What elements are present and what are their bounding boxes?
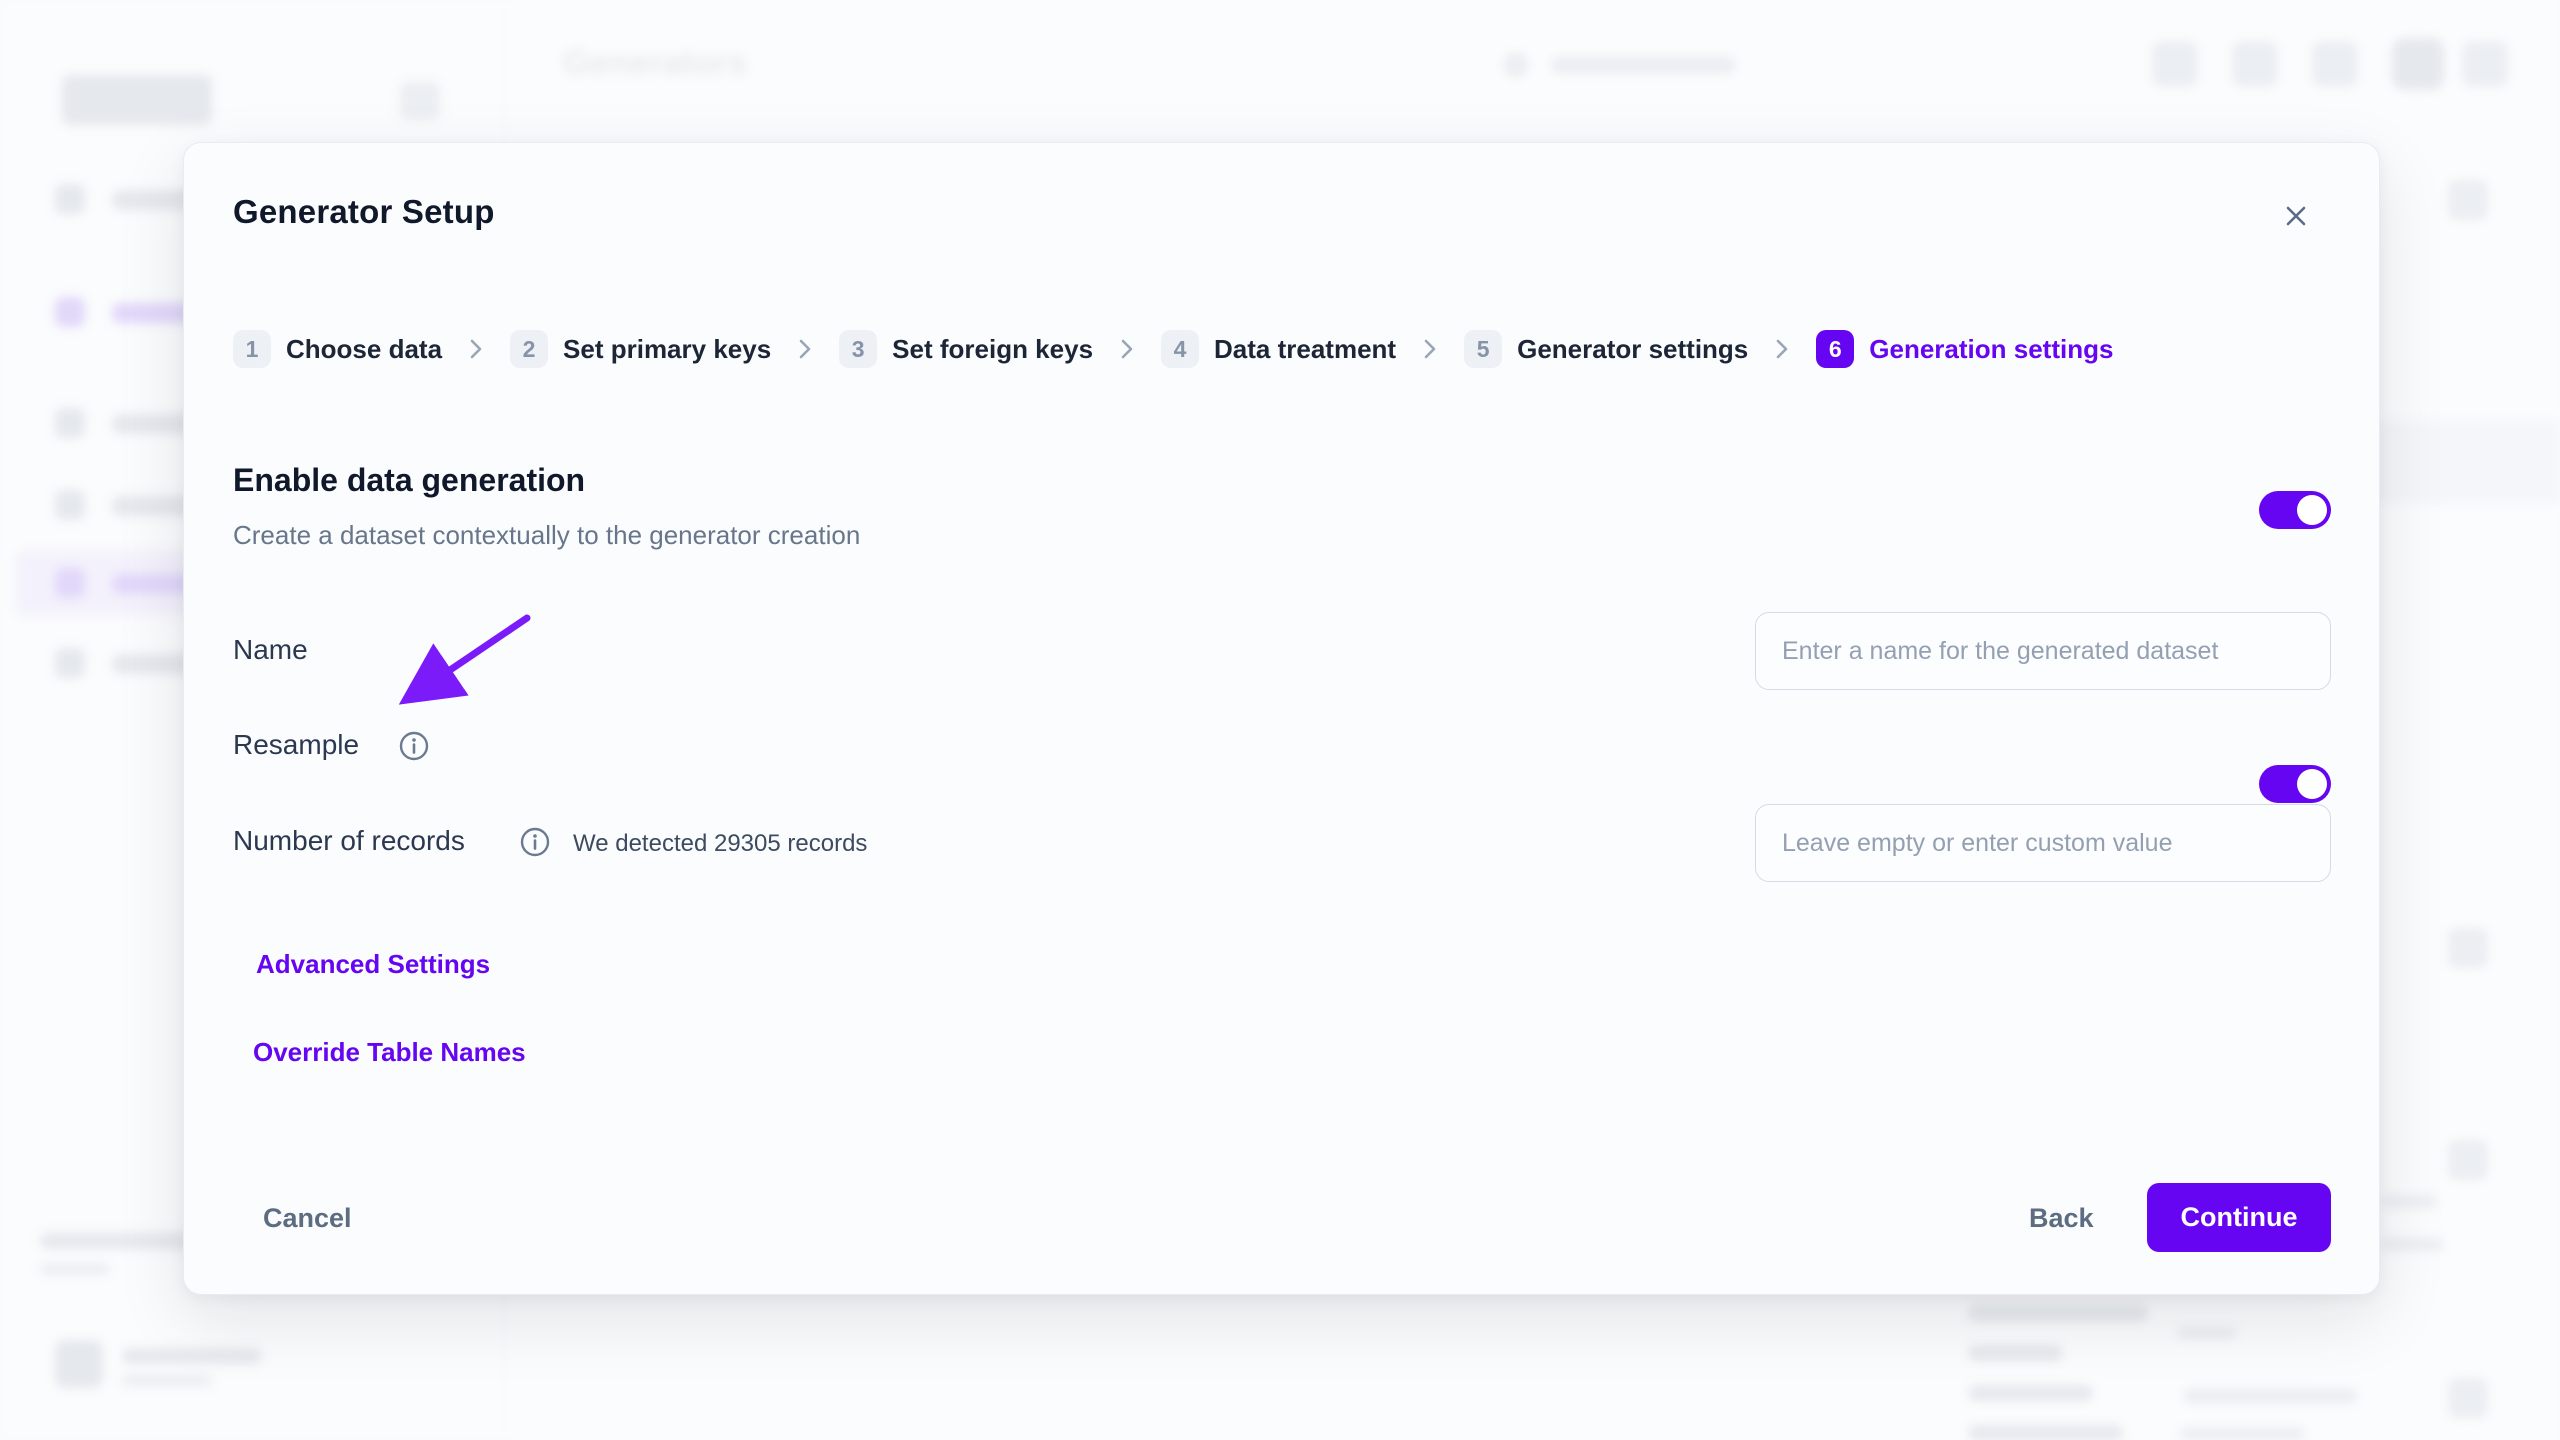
generator-setup-modal: Generator Setup 1 Choose data 2 Set prim…: [183, 142, 2380, 1295]
step-label: Set primary keys: [563, 334, 771, 365]
number-of-records-input[interactable]: [1755, 804, 2331, 882]
modal-title: Generator Setup: [233, 193, 495, 231]
cancel-button[interactable]: Cancel: [263, 1203, 352, 1234]
resample-label: Resample: [233, 729, 359, 761]
step-number: 5: [1464, 330, 1502, 368]
back-button[interactable]: Back: [2029, 1203, 2094, 1234]
chevron-right-icon: [797, 337, 813, 361]
toggle-knob: [2297, 769, 2327, 799]
step-number: 1: [233, 330, 271, 368]
section-subheading: Create a dataset contextually to the gen…: [233, 520, 860, 551]
setup-stepper: 1 Choose data 2 Set primary keys 3 Set f…: [233, 327, 2113, 371]
chevron-right-icon: [1774, 337, 1790, 361]
step-label: Set foreign keys: [892, 334, 1093, 365]
name-label: Name: [233, 634, 308, 666]
resample-info-icon[interactable]: [399, 731, 429, 761]
step-number: 3: [839, 330, 877, 368]
annotation-arrow: [384, 583, 564, 723]
continue-button[interactable]: Continue: [2147, 1183, 2331, 1252]
step-choose-data[interactable]: 1 Choose data: [233, 330, 442, 368]
close-icon[interactable]: [2274, 194, 2318, 238]
step-generation-settings[interactable]: 6 Generation settings: [1816, 330, 2113, 368]
records-info-icon[interactable]: [520, 827, 550, 857]
step-label: Choose data: [286, 334, 442, 365]
chevron-right-icon: [1422, 337, 1438, 361]
toggle-knob: [2297, 495, 2327, 525]
step-label: Generation settings: [1869, 334, 2113, 365]
step-data-treatment[interactable]: 4 Data treatment: [1161, 330, 1396, 368]
step-number: 4: [1161, 330, 1199, 368]
step-label: Generator settings: [1517, 334, 1748, 365]
chevron-right-icon: [468, 337, 484, 361]
step-generator-settings[interactable]: 5 Generator settings: [1464, 330, 1748, 368]
records-detected-helper: We detected 29305 records: [573, 830, 867, 858]
chevron-right-icon: [1119, 337, 1135, 361]
name-input[interactable]: [1755, 612, 2331, 690]
step-number: 2: [510, 330, 548, 368]
step-number: 6: [1816, 330, 1854, 368]
step-set-foreign-keys[interactable]: 3 Set foreign keys: [839, 330, 1093, 368]
enable-data-generation-toggle[interactable]: [2259, 491, 2331, 529]
override-table-names-link[interactable]: Override Table Names: [253, 1037, 526, 1068]
resample-toggle[interactable]: [2259, 765, 2331, 803]
step-set-primary-keys[interactable]: 2 Set primary keys: [510, 330, 771, 368]
step-label: Data treatment: [1214, 334, 1396, 365]
section-heading: Enable data generation: [233, 462, 585, 499]
number-of-records-label: Number of records: [233, 825, 465, 857]
advanced-settings-link[interactable]: Advanced Settings: [256, 949, 490, 980]
